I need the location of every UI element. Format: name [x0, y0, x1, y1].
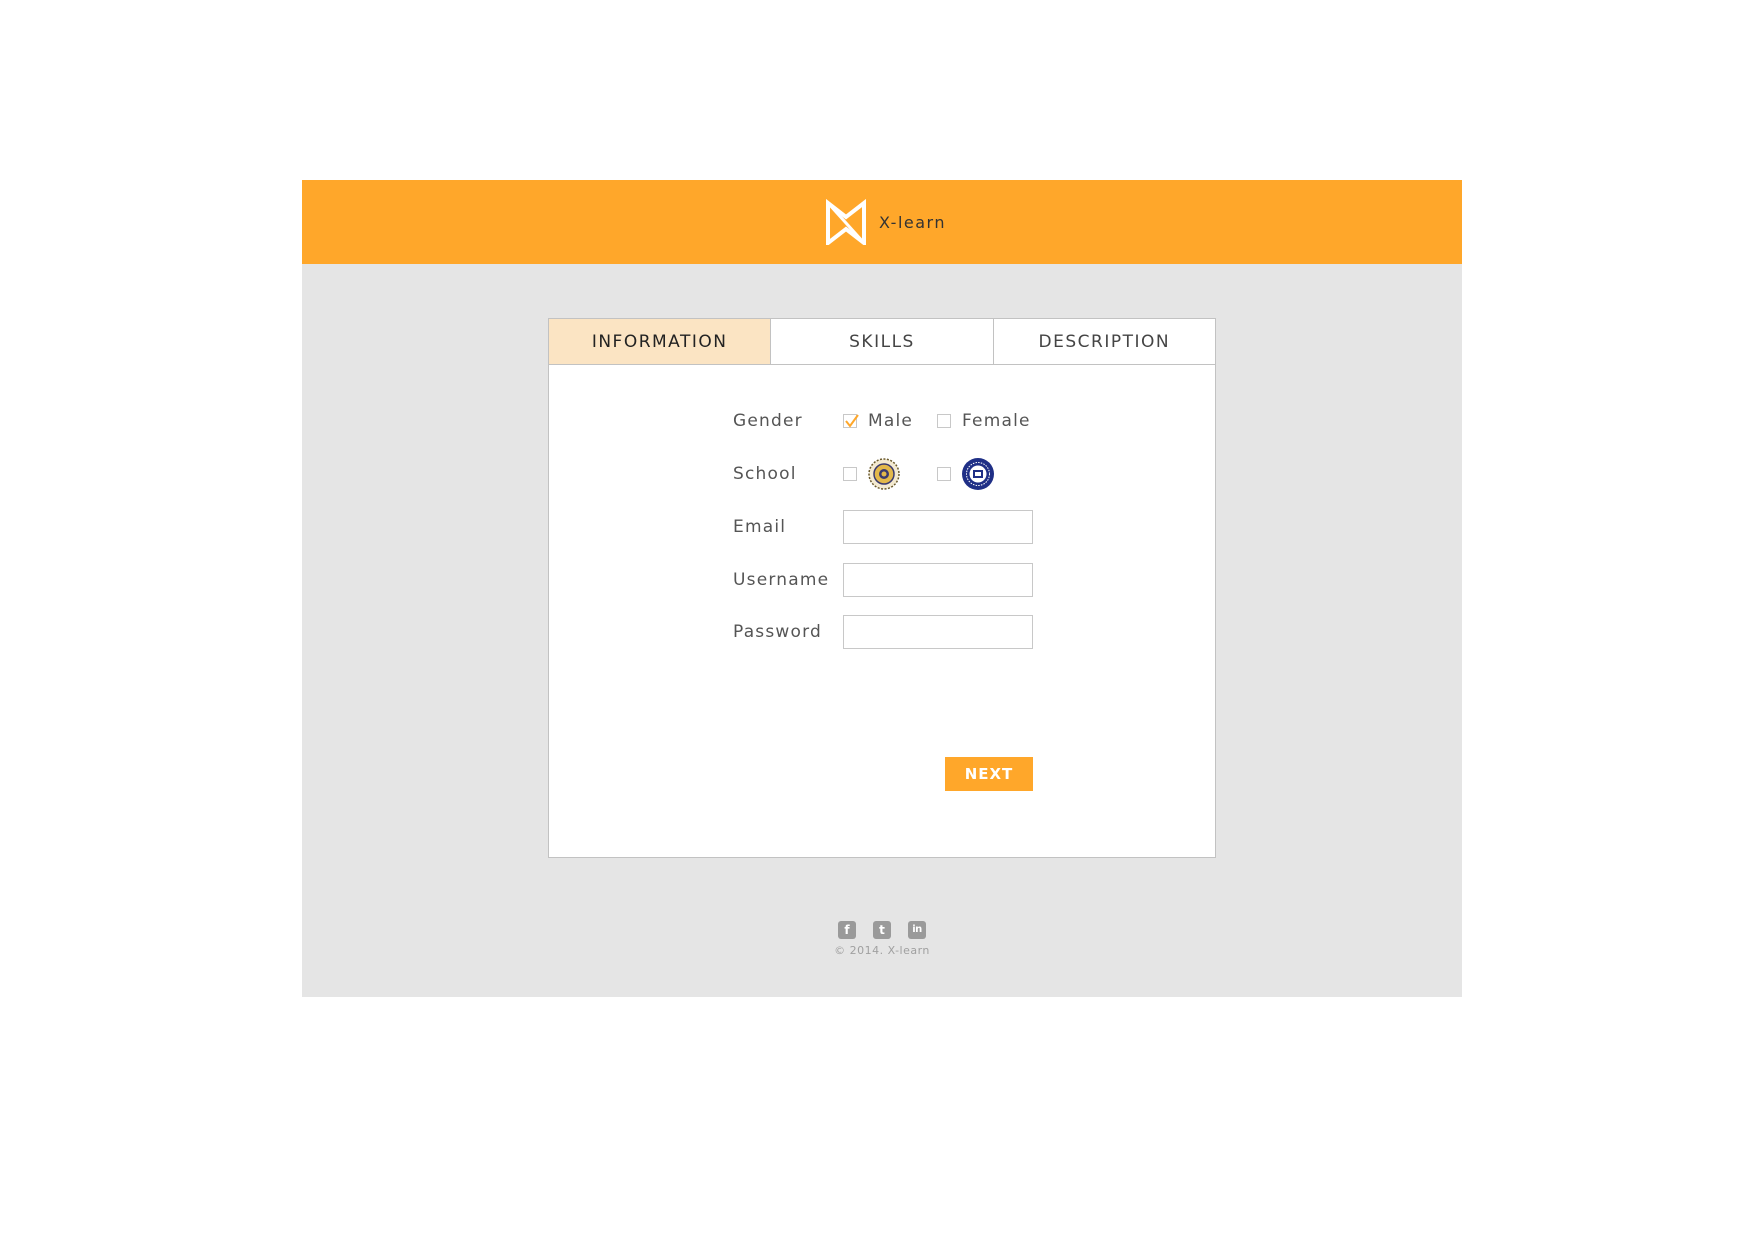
- username-label: Username: [733, 570, 830, 590]
- facebook-icon[interactable]: f: [838, 921, 856, 939]
- email-field[interactable]: [843, 510, 1033, 544]
- email-label: Email: [733, 517, 787, 537]
- brand[interactable]: X-learn: [823, 199, 946, 245]
- gender-female-label: Female: [962, 411, 1031, 431]
- gender-label: Gender: [733, 411, 803, 431]
- header-bar: X-learn: [302, 180, 1462, 264]
- checkmark-icon: [845, 414, 859, 428]
- tab-description[interactable]: DESCRIPTION: [992, 319, 1215, 364]
- gender-male-label: Male: [868, 411, 914, 431]
- copyright-text: © 2014. X-learn: [834, 944, 930, 957]
- next-button[interactable]: NEXT: [945, 757, 1033, 791]
- social-links: f t in: [302, 921, 1462, 939]
- tab-skills[interactable]: SKILLS: [770, 319, 992, 364]
- brand-name: X-learn: [879, 212, 946, 232]
- school-option-1-checkbox[interactable]: [843, 467, 857, 481]
- footer: f t in © 2014. X-learn: [302, 921, 1462, 957]
- x-learn-logo-icon: [826, 199, 866, 245]
- school-label: School: [733, 464, 797, 484]
- page-frame: X-learn INFORMATION SKILLS DESCRIPTION G…: [302, 180, 1462, 997]
- school-seal-blue-icon[interactable]: [961, 457, 995, 491]
- username-field[interactable]: [843, 563, 1033, 597]
- tab-information[interactable]: INFORMATION: [549, 319, 771, 364]
- school-option-2-checkbox[interactable]: [937, 467, 951, 481]
- gender-female-checkbox[interactable]: [937, 414, 951, 428]
- tab-bar: INFORMATION SKILLS DESCRIPTION: [549, 319, 1215, 365]
- registration-card: INFORMATION SKILLS DESCRIPTION Gender Ma…: [548, 318, 1216, 858]
- password-field[interactable]: [843, 615, 1033, 649]
- gender-male-checkbox[interactable]: [843, 414, 859, 428]
- school-seal-gold-icon[interactable]: [867, 457, 901, 491]
- password-label: Password: [733, 622, 823, 642]
- linkedin-icon[interactable]: in: [908, 921, 926, 939]
- twitter-icon[interactable]: t: [873, 921, 891, 939]
